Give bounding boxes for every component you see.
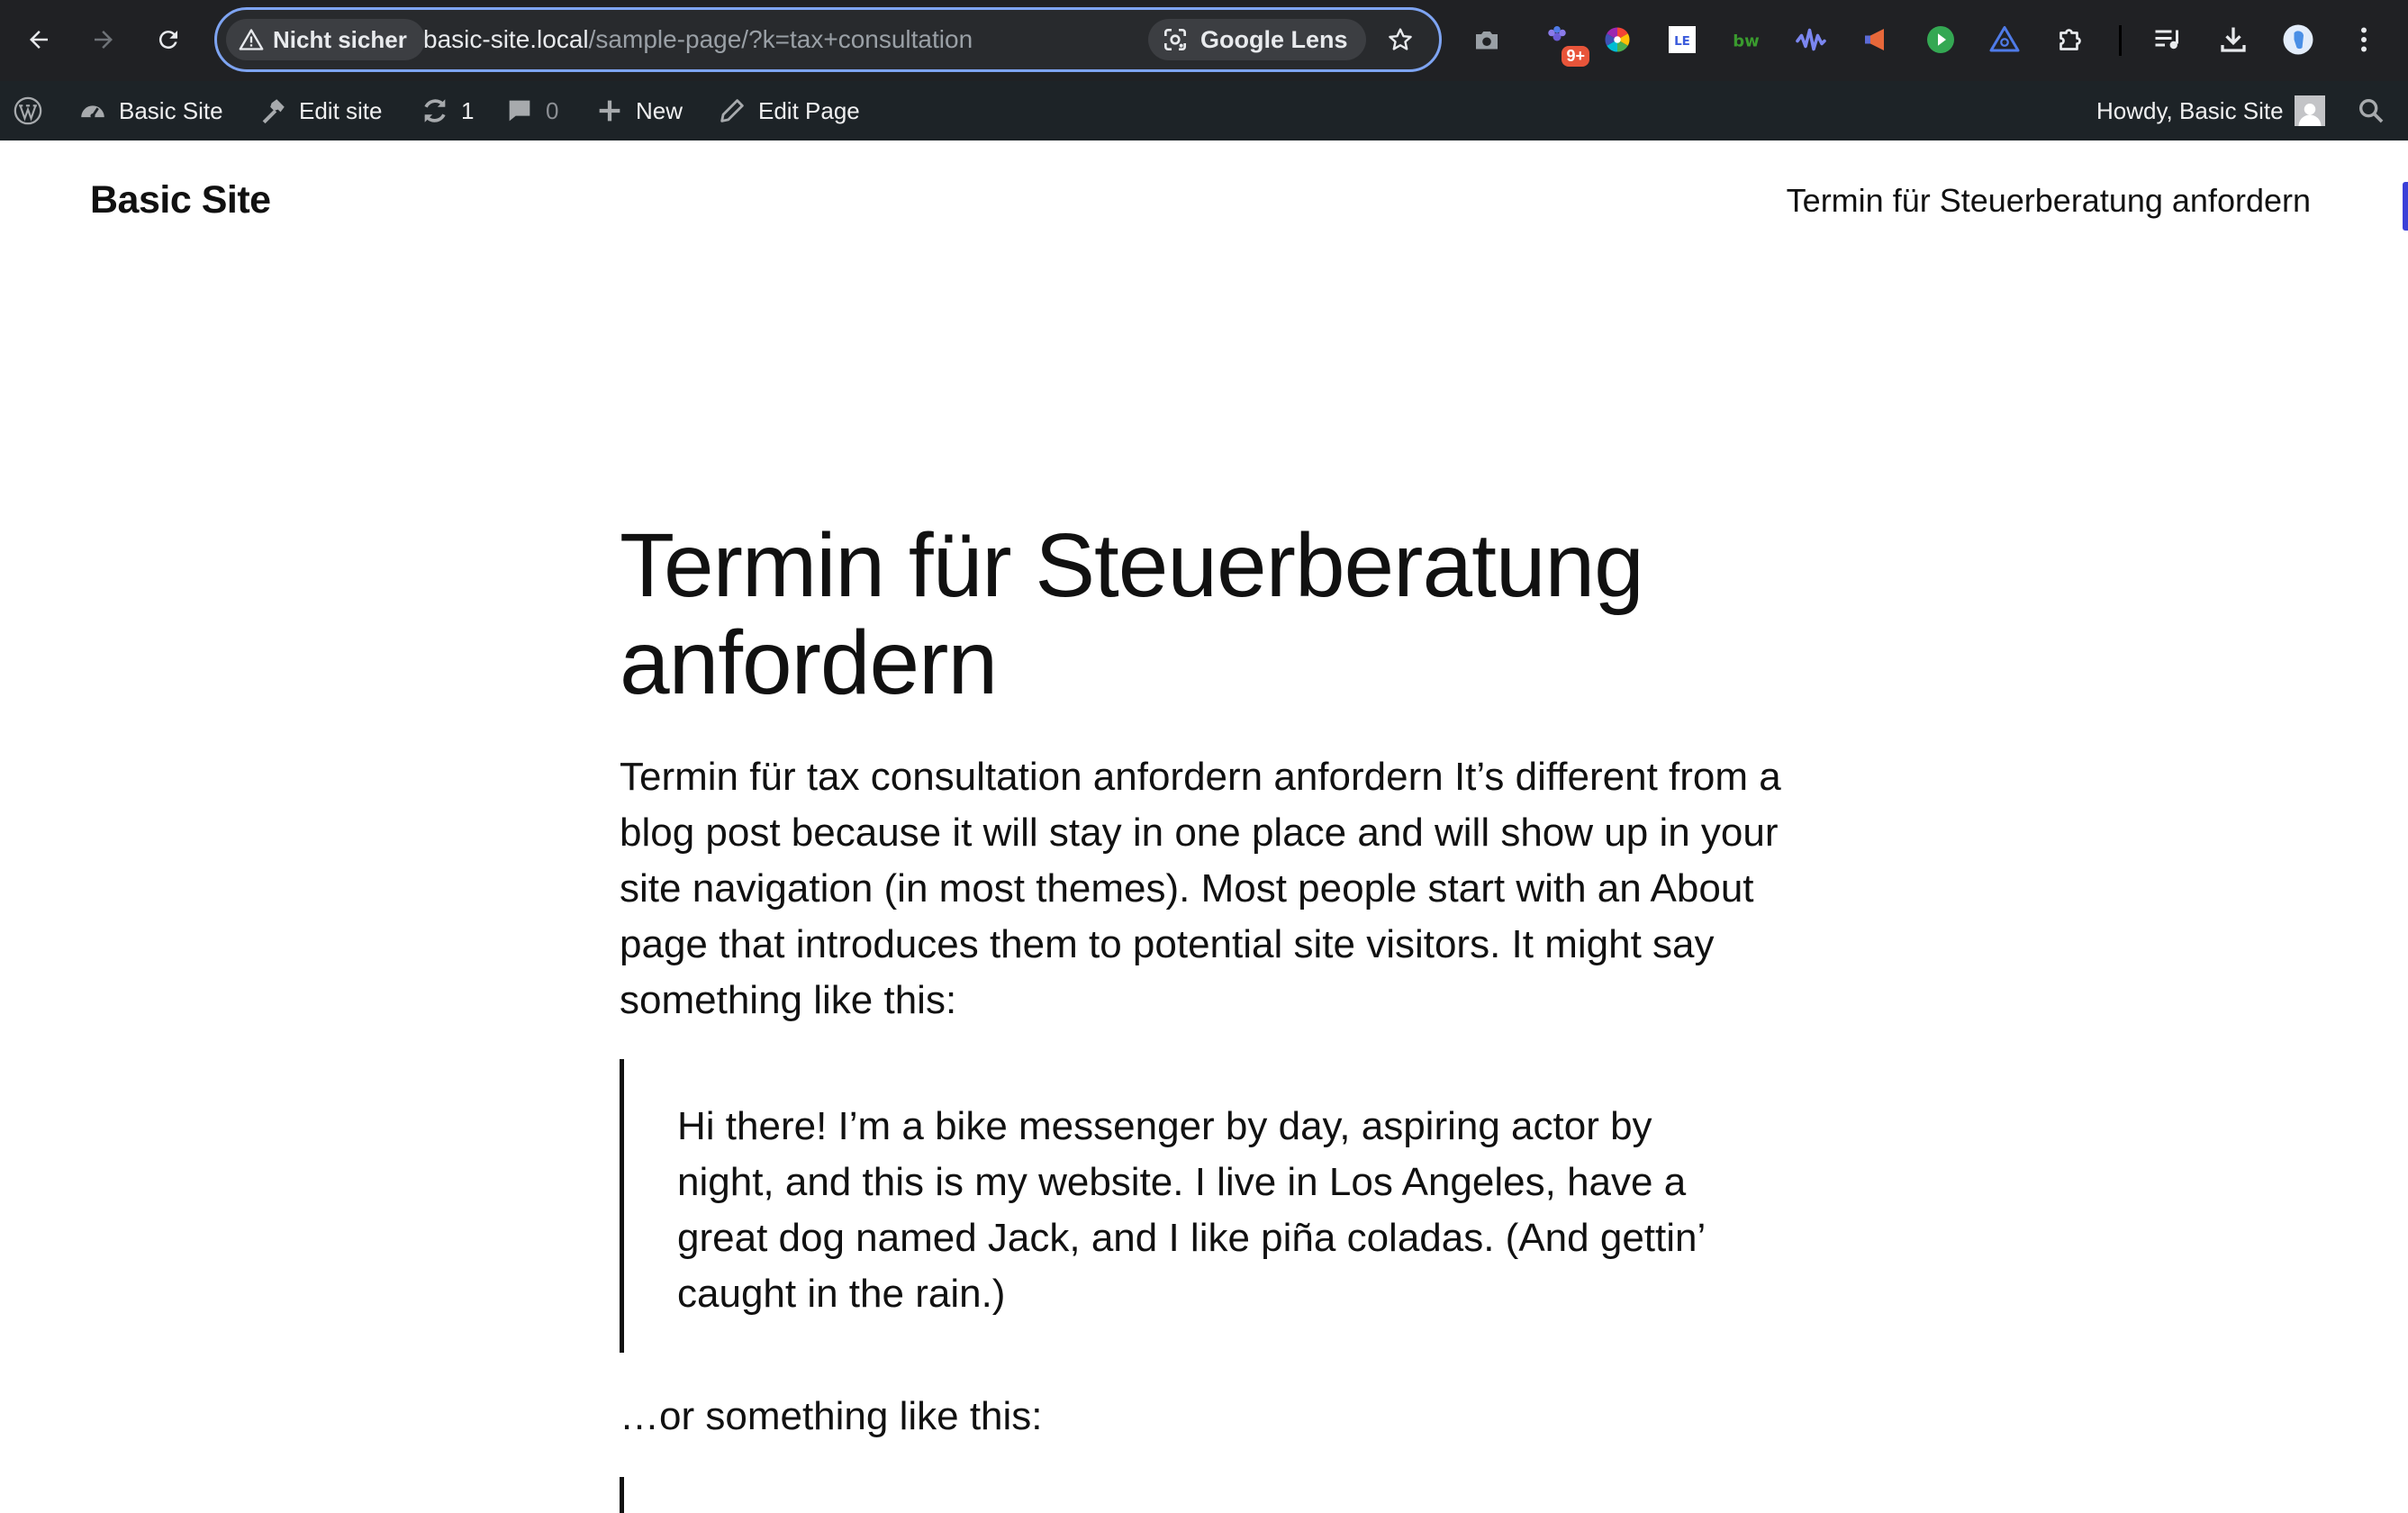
- star-icon: [1389, 28, 1412, 50]
- svg-text:bw: bw: [1733, 32, 1760, 51]
- bookmark-button[interactable]: [1380, 19, 1421, 60]
- dashboard-icon: [81, 105, 104, 119]
- blockquote: Hi there! I’m a bike messenger by day, a…: [620, 1059, 1745, 1353]
- play-icon: [1927, 26, 1954, 53]
- lens-label: Google Lens: [1200, 25, 1348, 53]
- page-content: Basic Site Termin für Steuerberatung anf…: [0, 140, 2408, 1513]
- back-button[interactable]: [18, 19, 59, 60]
- security-chip[interactable]: Nicht sicher: [226, 19, 425, 60]
- profile-button[interactable]: [2278, 20, 2318, 59]
- url-text[interactable]: basic-site.local/sample-page/?k=tax+cons…: [423, 10, 973, 69]
- adminbar-howdy-label: Howdy, Basic Site: [2096, 96, 2284, 124]
- nav-link-termin[interactable]: Termin für Steuerberatung anfordern: [1787, 182, 2311, 220]
- blockquote-text: Hi there! I’m a bike messenger by day, a…: [677, 1104, 1705, 1316]
- adminbar-edit-site[interactable]: Edit site: [258, 81, 383, 140]
- wordpress-logo-button[interactable]: [13, 81, 43, 140]
- wp-admin-bar: Basic Site Edit site 1 0 New Edit Page H…: [0, 81, 2408, 140]
- adminbar-comments-count: 0: [546, 96, 559, 124]
- adminbar-new[interactable]: New: [594, 81, 683, 140]
- avatar: [2294, 95, 2325, 126]
- wordpress-icon: [14, 96, 42, 125]
- browser-toolbar: Nicht sicher basic-site.local/sample-pag…: [0, 0, 2408, 81]
- google-lens-button[interactable]: Google Lens: [1148, 19, 1366, 60]
- wave-extension[interactable]: [1791, 20, 1831, 59]
- site-title-link[interactable]: Basic Site: [90, 178, 271, 222]
- camera-extension[interactable]: [1467, 20, 1507, 59]
- scrollbar-indicator: [2403, 182, 2408, 231]
- page-title: Termin für Steuerberatung anfordern: [620, 515, 1644, 713]
- waveform-icon: [1796, 28, 1826, 51]
- hammer-icon: [262, 99, 285, 124]
- lens-icon: [1164, 29, 1186, 50]
- extensions-menu-button[interactable]: [2050, 20, 2090, 59]
- comment-icon: [509, 100, 530, 122]
- arrow-left-icon: [30, 31, 48, 49]
- browser-menu-button[interactable]: [2344, 20, 2384, 59]
- updates-icon: [424, 99, 446, 122]
- adminbar-edit-site-label: Edit site: [299, 96, 383, 124]
- le-extension[interactable]: LE: [1662, 20, 1702, 59]
- address-bar[interactable]: Nicht sicher basic-site.local/sample-pag…: [214, 7, 1442, 72]
- adminbar-my-account[interactable]: Howdy, Basic Site: [2096, 81, 2325, 140]
- plus-icon: [599, 100, 620, 122]
- color-wheel-extension[interactable]: [1598, 20, 1637, 59]
- intro-paragraph: Termin für tax consultation anfordern an…: [620, 755, 1781, 1022]
- adminbar-search-button[interactable]: [2356, 81, 2386, 140]
- adminbar-comments[interactable]: 0: [504, 81, 558, 140]
- url-path: /sample-page/?k=tax+consultation: [588, 25, 973, 53]
- svg-text:LE: LE: [1674, 34, 1690, 49]
- play-extension[interactable]: [1921, 20, 1960, 59]
- extension-badge: 9+: [1562, 46, 1589, 67]
- toolbar-divider: [2119, 25, 2122, 56]
- pencil-icon: [720, 99, 744, 122]
- bw-icon: bw: [1733, 32, 1760, 51]
- adminbar-updates-count: 1: [461, 96, 475, 124]
- search-icon: [2358, 98, 2384, 123]
- outro-paragraph: …or something like this:: [620, 1394, 1043, 1438]
- arrow-right-icon: [95, 31, 113, 49]
- reload-icon: [158, 31, 177, 50]
- megaphone-extension[interactable]: [1856, 20, 1896, 59]
- warning-icon: [239, 29, 264, 50]
- media-controls-button[interactable]: [2148, 20, 2187, 59]
- le-icon: LE: [1669, 26, 1696, 53]
- color-wheel-icon: [1605, 27, 1630, 52]
- adminbar-site-name-label: Basic Site: [119, 96, 223, 124]
- triangle-extension[interactable]: [1985, 20, 2024, 59]
- puzzle-icon: [2059, 29, 2081, 50]
- megaphone-icon: [1865, 29, 1884, 50]
- triangle-icon: [1989, 26, 2020, 52]
- second-blockquote-border: [620, 1477, 624, 1513]
- forward-button[interactable]: [83, 19, 124, 60]
- adminbar-edit-page[interactable]: Edit Page: [717, 81, 860, 140]
- downloads-button[interactable]: [2213, 20, 2253, 59]
- adminbar-site-name[interactable]: Basic Site: [77, 81, 223, 140]
- adminbar-updates[interactable]: 1: [420, 81, 474, 140]
- download-icon: [2221, 27, 2246, 52]
- profile-avatar-icon: [2283, 24, 2313, 55]
- camera-icon: [1476, 32, 1498, 50]
- reload-button[interactable]: [148, 19, 189, 60]
- flower-extension[interactable]: 9+: [1537, 20, 1589, 67]
- adminbar-new-label: New: [636, 96, 683, 124]
- security-label: Nicht sicher: [273, 25, 407, 53]
- url-host: basic-site.local: [423, 25, 589, 53]
- adminbar-edit-page-label: Edit Page: [758, 96, 860, 124]
- more-vertical-icon: [2361, 27, 2367, 52]
- bw-extension[interactable]: bw: [1726, 20, 1766, 59]
- playlist-icon: [2155, 30, 2178, 50]
- user-icon: [2298, 104, 2322, 126]
